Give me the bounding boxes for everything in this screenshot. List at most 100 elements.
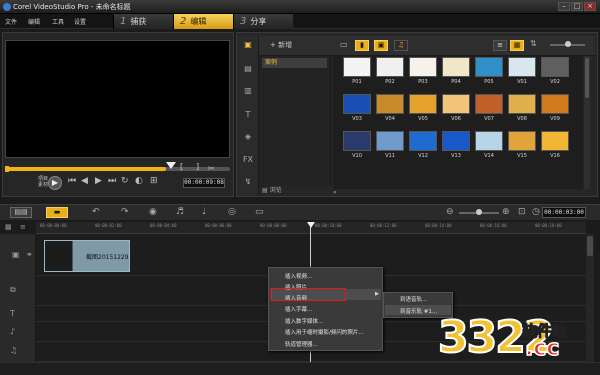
media-thumbnail[interactable] — [409, 131, 437, 151]
show-video-icon[interactable]: ▮ — [355, 40, 369, 51]
step-capture[interactable]: 1 捕获 — [113, 14, 173, 29]
media-thumbnail[interactable] — [541, 94, 569, 114]
fit-project-icon[interactable]: ⊡ — [518, 207, 526, 217]
minimize-button[interactable]: – — [558, 2, 570, 11]
media-thumbnail[interactable] — [442, 57, 470, 77]
zoom-in-icon[interactable]: ⊕ — [502, 207, 510, 217]
menu-edit[interactable]: 编辑 — [28, 17, 40, 26]
media-thumbnail[interactable] — [508, 57, 536, 77]
media-thumbnail[interactable] — [409, 57, 437, 77]
thumb-view-icon[interactable]: ▦ — [510, 40, 524, 51]
close-button[interactable]: × — [584, 2, 596, 11]
subtitle-editor-icon[interactable]: ▭ — [255, 207, 264, 217]
media-category-icon[interactable]: ▣ — [242, 40, 254, 49]
step-edit[interactable]: 2 编辑 — [173, 14, 233, 29]
undo-icon[interactable]: ↶ — [92, 207, 100, 217]
media-thumbnail[interactable] — [343, 94, 371, 114]
storyboard-view-button[interactable]: ▤▤ — [10, 207, 32, 218]
show-audio-icon[interactable]: ♫ — [394, 40, 408, 51]
transition-icon[interactable]: ▥ — [242, 86, 254, 95]
add-folder-button[interactable]: + 新增 — [270, 40, 292, 50]
media-thumbnail-label: P01 — [352, 79, 362, 85]
fx-icon[interactable]: FX — [242, 155, 254, 164]
title-icon[interactable]: T — [242, 110, 254, 119]
sub-to-music-track[interactable]: 到音乐轨 #1... — [400, 307, 437, 315]
mark-out-button[interactable]: ] — [196, 162, 199, 171]
timeline-toolbar — [0, 204, 600, 221]
timeline-timecode[interactable]: 00:00:03:00 — [542, 207, 586, 218]
video-track-icon[interactable]: ▣ — [12, 250, 20, 259]
media-thumbnail[interactable] — [442, 94, 470, 114]
ripple-edit-icon[interactable]: ⚭ — [26, 250, 33, 259]
sound-mixer-icon[interactable]: ♬ — [176, 207, 184, 217]
scrubber-handle[interactable] — [166, 162, 176, 169]
maximize-button[interactable]: □ — [571, 2, 583, 11]
playhead-marker[interactable] — [307, 222, 315, 228]
media-thumbnail[interactable] — [343, 57, 371, 77]
library-scroll-thumb[interactable] — [585, 58, 589, 98]
trim-start-marker[interactable] — [5, 166, 9, 172]
media-thumbnail[interactable] — [376, 57, 404, 77]
redo-icon[interactable]: ↷ — [121, 207, 129, 217]
mark-in-button[interactable]: [ — [180, 162, 183, 171]
instant-project-icon[interactable]: ▤ — [242, 64, 254, 73]
folder-item[interactable]: 案例 — [262, 58, 327, 68]
media-thumbnail[interactable] — [475, 131, 503, 151]
add-chapter-icon[interactable]: ≡ — [20, 223, 26, 231]
ctx-insert-video[interactable]: 插入视频... — [285, 272, 312, 280]
music-track-icon[interactable]: ♫ — [10, 346, 17, 355]
motion-tracking-icon[interactable]: ◎ — [228, 207, 236, 217]
timeline-hscrollbar[interactable] — [0, 362, 600, 375]
next-frame-icon[interactable]: ▶ — [95, 176, 102, 186]
media-thumbnail[interactable] — [541, 131, 569, 151]
graphic-icon[interactable]: ◈ — [242, 132, 254, 141]
media-thumbnail[interactable] — [475, 94, 503, 114]
record-capture-icon[interactable]: ◉ — [149, 207, 157, 217]
overlay-track-icon[interactable]: ⧉ — [10, 285, 16, 295]
sort-icon[interactable]: ⇅ — [530, 39, 537, 48]
ctx-insert-digital-media[interactable]: 插入数字媒体... — [285, 317, 323, 325]
go-end-icon[interactable]: ⏭ — [108, 176, 116, 186]
timeline-zoom-knob[interactable] — [476, 209, 482, 215]
media-thumbnail[interactable] — [541, 57, 569, 77]
title-track-icon[interactable]: T — [10, 309, 15, 318]
open-folder-icon[interactable]: ▭ — [340, 40, 348, 49]
prev-frame-icon[interactable]: ◀ — [81, 176, 88, 186]
media-thumbnail[interactable] — [376, 94, 404, 114]
media-thumbnail[interactable] — [409, 94, 437, 114]
media-thumbnail[interactable] — [376, 131, 404, 151]
volume-icon[interactable]: ◐ — [135, 176, 143, 186]
mode-clip-label[interactable]: 素材 — [38, 181, 48, 188]
track-manager-icon[interactable]: ▦ — [5, 223, 12, 231]
media-thumbnail[interactable] — [508, 94, 536, 114]
menu-file[interactable]: 文件 — [5, 17, 17, 26]
media-thumbnail[interactable] — [508, 131, 536, 151]
ctx-insert-timelapse[interactable]: 插入用于缩时摄影/频闪的照片... — [285, 328, 364, 336]
show-photo-icon[interactable]: ▣ — [374, 40, 388, 51]
list-view-icon[interactable]: ≡ — [493, 40, 507, 51]
enlarge-icon[interactable]: ⊞ — [150, 176, 158, 186]
collapse-library-icon[interactable]: « — [333, 189, 337, 196]
browse-button[interactable]: ▤ 浏览 — [262, 185, 282, 194]
player-timecode[interactable]: 00:00:09:08 — [183, 178, 225, 188]
path-icon[interactable]: ↯ — [242, 177, 254, 186]
thumb-size-knob[interactable] — [565, 41, 571, 47]
go-start-icon[interactable]: ⏮ — [68, 176, 76, 186]
step-share[interactable]: 3 分享 — [233, 14, 293, 29]
zoom-out-icon[interactable]: ⊖ — [446, 207, 454, 217]
voice-track-icon[interactable]: ♪ — [10, 327, 15, 336]
repeat-icon[interactable]: ↻ — [121, 176, 129, 186]
media-thumbnail[interactable] — [343, 131, 371, 151]
menu-tools[interactable]: 工具 — [52, 17, 64, 26]
media-thumbnail[interactable] — [475, 57, 503, 77]
sub-to-voice-track[interactable]: 到语音轨... — [400, 295, 427, 303]
menu-settings[interactable]: 设置 — [74, 17, 86, 26]
ctx-track-manager[interactable]: 轨道管理器... — [285, 340, 318, 348]
timeline-vscroll-thumb[interactable] — [587, 236, 593, 256]
timeline-view-button[interactable]: ▬ — [46, 207, 68, 218]
auto-music-icon[interactable]: ♩ — [202, 207, 206, 217]
ctx-insert-subtitle[interactable]: 插入字幕... — [285, 305, 312, 313]
media-thumbnail[interactable] — [442, 131, 470, 151]
scissors-icon[interactable]: ✂ — [208, 164, 215, 173]
play-button[interactable]: ▶ — [48, 176, 62, 190]
